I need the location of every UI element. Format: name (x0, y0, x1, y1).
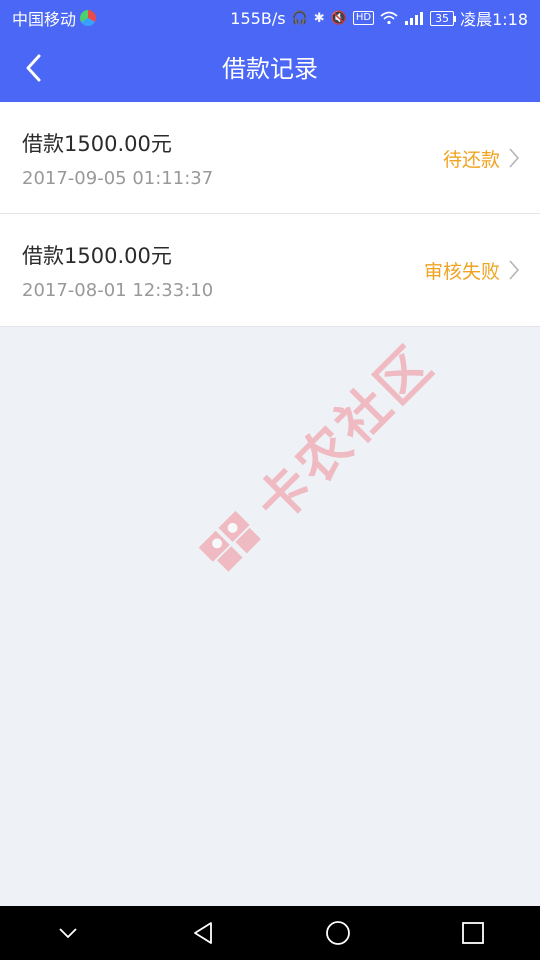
watermark-logo-icon (198, 510, 261, 572)
battery-icon: 35 (430, 10, 457, 26)
nav-back-button[interactable] (173, 906, 233, 960)
status-right: 155B/s 🎧 ✱ 🔇 HD 35 凌晨1:18 (230, 6, 528, 30)
signal-icon (405, 12, 424, 25)
back-triangle-icon (193, 922, 212, 944)
home-circle-icon (325, 921, 350, 945)
carrier-logo-icon (80, 10, 97, 26)
record-datetime: 2017-09-05 01:11:37 (22, 168, 214, 189)
headset-icon: 🎧 (291, 10, 308, 26)
record-amount: 借款1500.00元 (22, 244, 172, 268)
page-title: 借款记录 (222, 55, 318, 83)
chevron-right-icon (509, 260, 520, 280)
status-bar: 中国移动 155B/s 🎧 ✱ 🔇 HD 35 凌晨1:18 (0, 0, 540, 36)
wifi-icon (380, 11, 398, 25)
record-status-label: 审核失败 (423, 260, 500, 283)
loan-record-item[interactable]: 借款1500.00元 2017-09-05 01:11:37 待还款 (0, 102, 540, 214)
recents-square-icon (461, 922, 484, 944)
chevron-down-icon (58, 928, 77, 939)
net-speed: 155B/s (230, 8, 286, 28)
status-left: 中国移动 (12, 6, 97, 30)
clock: 凌晨1:18 (460, 10, 528, 29)
loan-record-item[interactable]: 借款1500.00元 2017-08-01 12:33:10 审核失败 (0, 214, 540, 327)
app-header: 借款记录 (0, 36, 540, 102)
bluetooth-icon: ✱ (313, 10, 325, 26)
record-status: 待还款 (443, 102, 520, 214)
nav-home-button[interactable] (308, 906, 368, 960)
chevron-right-icon (509, 148, 520, 168)
system-nav-bar (0, 906, 540, 960)
record-status: 审核失败 (424, 214, 520, 326)
nav-collapse-button[interactable] (38, 906, 98, 960)
carrier-name: 中国移动 (12, 10, 77, 29)
record-datetime: 2017-08-01 12:33:10 (22, 280, 214, 301)
watermark-text: 卡农社区 (245, 334, 447, 535)
record-status-label: 待还款 (442, 148, 500, 171)
nav-recents-button[interactable] (443, 906, 503, 960)
watermark: 卡农社区 (182, 325, 447, 590)
loan-record-list: 借款1500.00元 2017-09-05 01:11:37 待还款 借款150… (0, 102, 540, 327)
hd-icon: HD (352, 11, 375, 25)
mute-icon: 🔇 (330, 10, 347, 26)
record-amount: 借款1500.00元 (22, 132, 172, 156)
